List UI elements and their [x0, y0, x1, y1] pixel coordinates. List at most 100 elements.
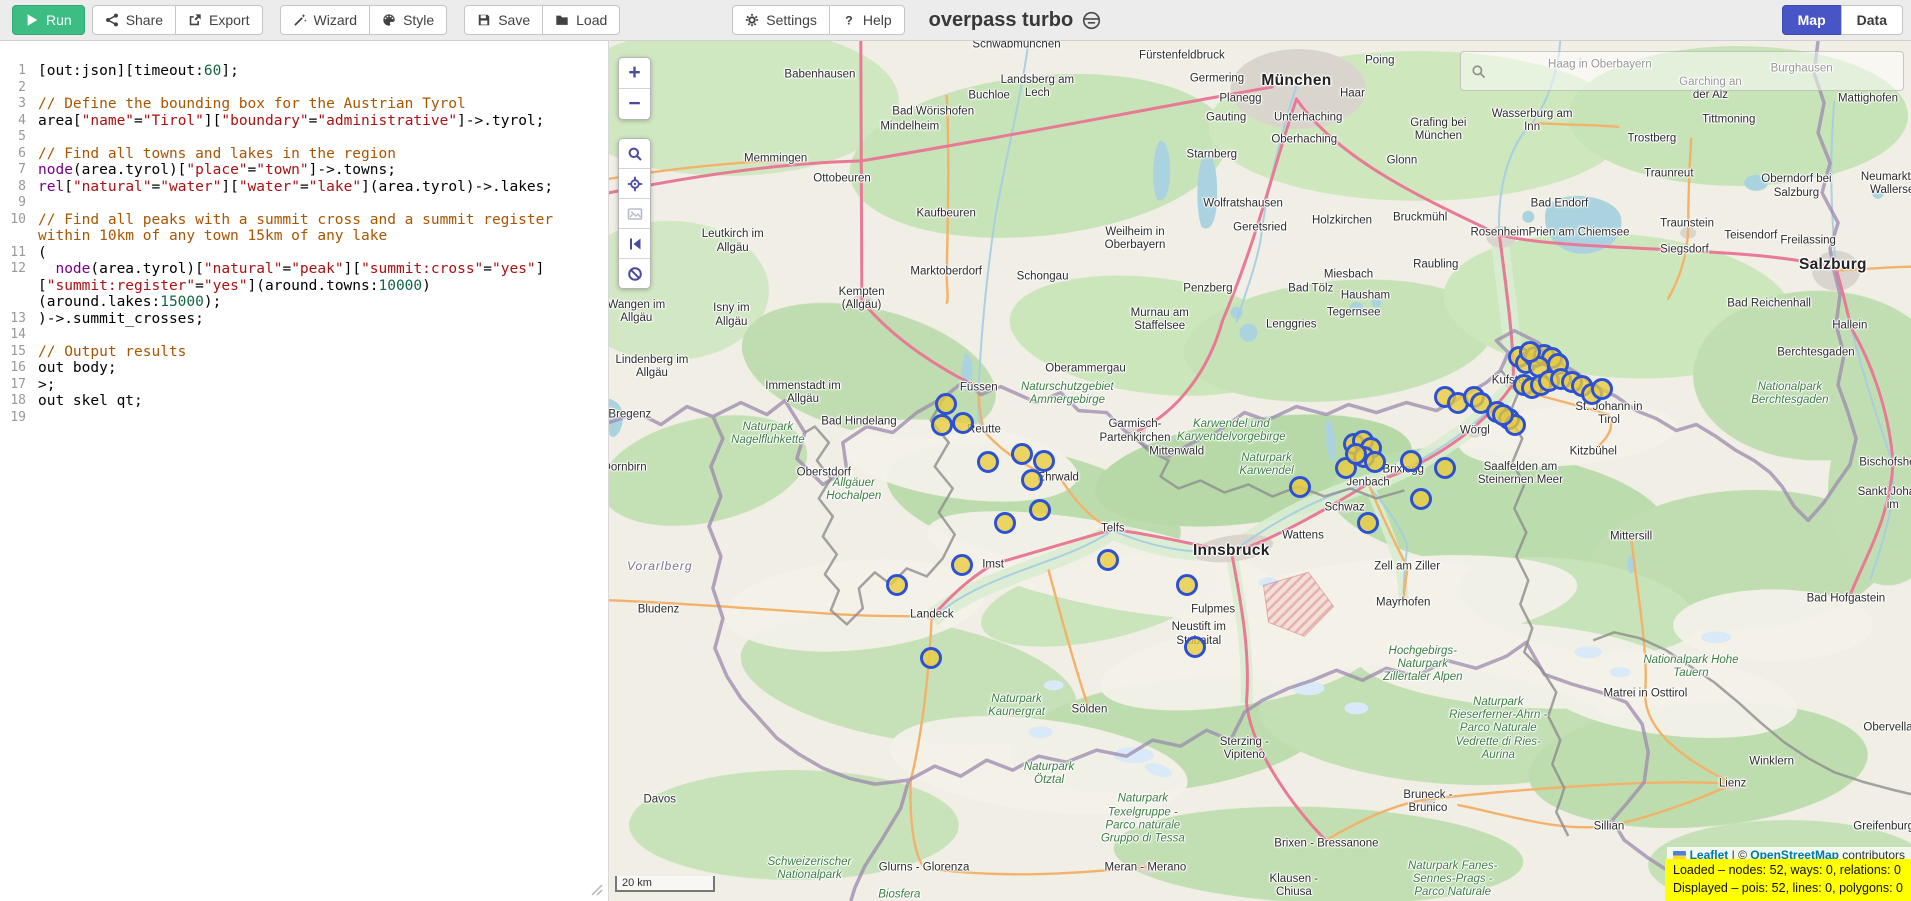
palette-icon: [382, 13, 396, 27]
view-toggle-map[interactable]: Map: [1782, 5, 1842, 35]
line-number: 16: [0, 360, 38, 377]
help-button[interactable]: ?Help: [829, 5, 905, 35]
poi-marker[interactable]: [886, 574, 908, 596]
map-tools-control: [618, 138, 651, 289]
export-button-label: Export: [209, 12, 249, 28]
poi-marker[interactable]: [1591, 378, 1613, 400]
query-stats: Loaded – nodes: 52, ways: 0, relations: …: [1665, 859, 1911, 901]
code-text: ["summit:register"="yes"](around.towns:1…: [38, 278, 431, 295]
code-text: node(area.tyrol)["natural"="peak"]["summ…: [38, 261, 544, 278]
editor-line: 1[out:json][timeout:60];: [0, 63, 608, 80]
map-search[interactable]: [1460, 51, 1904, 91]
poi-marker[interactable]: [931, 414, 953, 436]
poi-marker[interactable]: [1345, 443, 1367, 465]
editor-line: 15// Output results: [0, 344, 608, 361]
wizard-button-label: Wizard: [314, 12, 358, 28]
export-button[interactable]: Export: [175, 5, 262, 35]
wizard-button[interactable]: Wizard: [280, 5, 371, 35]
settings-button-label: Settings: [766, 12, 817, 28]
magnifier-button[interactable]: [619, 139, 650, 168]
save-button[interactable]: Save: [464, 5, 543, 35]
line-number: 9: [0, 195, 38, 212]
map-data-toggle: MapData: [1782, 5, 1903, 35]
line-number: 7: [0, 162, 38, 179]
poi-marker[interactable]: [1029, 499, 1051, 521]
poi-marker[interactable]: [977, 451, 999, 473]
poi-marker[interactable]: [1357, 512, 1379, 534]
poi-marker[interactable]: [935, 393, 957, 415]
zoom-out-button[interactable]: −: [619, 89, 650, 119]
export-icon: [188, 13, 202, 27]
line-number: 1: [0, 63, 38, 80]
code-text: >;: [38, 377, 55, 394]
poi-marker[interactable]: [951, 554, 973, 576]
zoom-in-button[interactable]: +: [619, 58, 650, 89]
line-number: 10: [0, 212, 38, 229]
code-text: // Find all peaks with a summit cross an…: [38, 212, 553, 229]
poi-marker[interactable]: [1519, 341, 1541, 363]
view-toggle-data[interactable]: Data: [1841, 5, 1903, 35]
poi-marker[interactable]: [1184, 636, 1206, 658]
play-icon: [25, 13, 39, 27]
image-icon: [627, 206, 643, 222]
poi-marker[interactable]: [1097, 549, 1119, 571]
help-button-label: Help: [863, 12, 892, 28]
map[interactable]: SchwabmünchenFürstenfeldbruckGermeringMü…: [609, 41, 1911, 901]
run-button[interactable]: Run: [12, 5, 85, 35]
editor-line: 5: [0, 129, 608, 146]
skip-back-button[interactable]: [619, 228, 650, 258]
editor-line: 14: [0, 327, 608, 344]
code-text: [out:json][timeout:60];: [38, 63, 239, 80]
stats-displayed: Displayed – pois: 52, lines: 0, polygons…: [1673, 879, 1903, 897]
editor-line: 11(: [0, 245, 608, 262]
load-button[interactable]: Load: [542, 5, 620, 35]
editor-line: 4area["name"="Tirol"]["boundary"="admini…: [0, 113, 608, 130]
code-text: (around.lakes:15000);: [38, 294, 221, 311]
style-button[interactable]: Style: [369, 5, 447, 35]
poi-marker[interactable]: [1033, 450, 1055, 472]
locate-icon: [627, 176, 643, 192]
poi-marker[interactable]: [1400, 450, 1422, 472]
poi-marker[interactable]: [1021, 469, 1043, 491]
ban-button[interactable]: [619, 258, 650, 288]
app-title: overpass turbo: [929, 9, 1101, 32]
gear-icon: [745, 13, 759, 27]
poi-marker[interactable]: [1492, 404, 1514, 426]
poi-marker[interactable]: [920, 647, 942, 669]
share-button[interactable]: Share: [92, 5, 176, 35]
map-tiles: [609, 41, 1911, 901]
poi-marker[interactable]: [1289, 476, 1311, 498]
poi-marker[interactable]: [1434, 457, 1456, 479]
poi-marker[interactable]: [1176, 574, 1198, 596]
query-editor[interactable]: 1[out:json][timeout:60];23// Define the …: [0, 41, 609, 901]
image-button[interactable]: [619, 198, 650, 228]
settings-button[interactable]: Settings: [732, 5, 830, 35]
code-text: // Find all towns and lakes in the regio…: [38, 146, 396, 163]
editor-line: (around.lakes:15000);: [0, 294, 608, 311]
poi-marker[interactable]: [1410, 488, 1432, 510]
poi-marker[interactable]: [994, 512, 1016, 534]
scale-bar: 20 km: [615, 876, 715, 892]
search-icon: [1471, 64, 1486, 79]
locate-button[interactable]: [619, 168, 650, 198]
line-number: 17: [0, 377, 38, 394]
line-number: 19: [0, 410, 38, 427]
poi-marker[interactable]: [952, 412, 974, 434]
share-button-label: Share: [126, 12, 163, 28]
run-button-label: Run: [46, 12, 72, 28]
editor-line: 17>;: [0, 377, 608, 394]
line-number: 8: [0, 179, 38, 196]
folder-icon: [555, 13, 569, 27]
editor-line: 8rel["natural"="water"]["water"="lake"](…: [0, 179, 608, 196]
wand-icon: [293, 13, 307, 27]
editor-resize-grip[interactable]: [591, 884, 603, 896]
line-number: 2: [0, 80, 38, 97]
editor-line: within 10km of any town 15km of any lake: [0, 228, 608, 245]
skip-back-icon: [627, 236, 643, 252]
map-search-input[interactable]: [1494, 51, 1903, 91]
code-text: // Define the bounding box for the Austr…: [38, 96, 466, 113]
load-button-label: Load: [576, 12, 607, 28]
poi-marker[interactable]: [1011, 443, 1033, 465]
style-button-label: Style: [403, 12, 434, 28]
line-number: 14: [0, 327, 38, 344]
